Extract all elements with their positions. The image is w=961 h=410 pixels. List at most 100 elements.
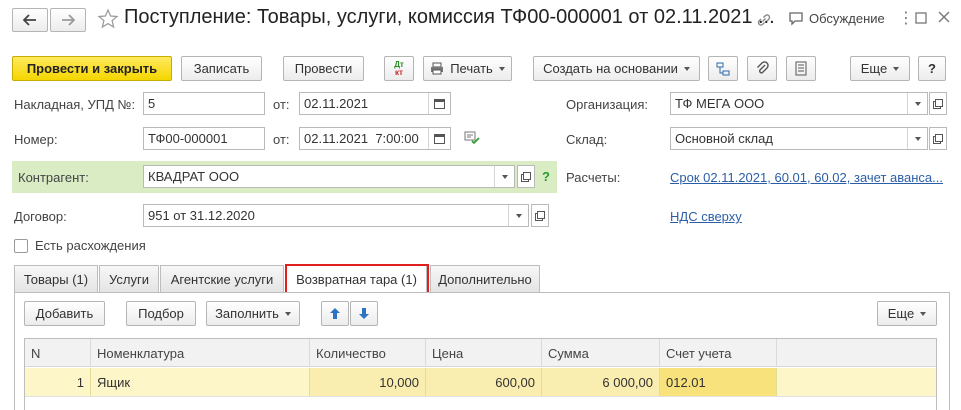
arrow-left-icon [23,14,36,26]
document-list-icon [795,61,807,76]
invoice-date-field[interactable]: 02.11.2021 [299,92,451,115]
calendar-icon[interactable] [428,93,450,114]
discussion-button[interactable]: Обсуждение [788,10,885,26]
save-button[interactable]: Записать [181,56,262,81]
row-item[interactable]: Ящик [91,368,310,396]
column-header-account[interactable]: Счет учета [660,339,777,367]
dtkt-button[interactable]: Дт кт [384,56,414,81]
printer-icon [431,62,444,75]
organization-open-button[interactable] [929,92,947,115]
row-price[interactable]: 600,00 [426,368,542,396]
more-button[interactable]: Еще [850,56,910,81]
tab-goods[interactable]: Товары (1) [14,265,98,292]
column-header-sum[interactable]: Сумма [542,339,660,367]
move-up-button[interactable] [321,301,349,326]
post-button[interactable]: Провести [283,56,364,81]
move-down-button[interactable] [350,301,378,326]
vat-link[interactable]: НДС сверху [670,209,742,224]
calendar-icon[interactable] [428,128,450,149]
chevron-down-icon [893,66,900,71]
print-button[interactable]: Печать [423,56,512,81]
row-quantity[interactable]: 10,000 [310,368,426,396]
invoice-date-label: от: [273,97,290,112]
counterparty-open-button[interactable] [517,165,535,188]
table-more-label: Еще [887,306,915,321]
open-form-icon [933,98,943,109]
open-form-icon [535,210,545,221]
chevron-down-icon[interactable] [494,166,514,187]
document-number-field[interactable]: ТФ00-000001 [143,127,265,150]
column-header-item[interactable]: Номенклатура [91,339,310,367]
attachment-button[interactable] [747,56,777,81]
print-label: Печать [450,61,493,76]
payments-link[interactable]: Срок 02.11.2021, 60.01, 60.02, зачет ава… [670,170,943,185]
row-separator [25,396,936,397]
selection-button[interactable]: Подбор [126,301,196,326]
document-date-label: от: [273,132,290,147]
column-header-n[interactable]: N [25,339,91,367]
chevron-down-icon[interactable] [907,128,927,149]
chevron-down-icon [683,66,690,71]
number-label: Номер: [14,132,58,147]
counterparty-value: КВАДРАТ ООО [148,169,240,184]
tab-agent-services[interactable]: Агентские услуги [160,265,284,292]
number-check-icon[interactable] [464,131,480,148]
post-and-close-button[interactable]: Провести и закрыть [12,56,172,81]
column-header-price[interactable]: Цена [426,339,542,367]
chevron-down-icon [920,311,927,316]
close-icon[interactable] [938,11,950,26]
tab-additional[interactable]: Дополнительно [430,265,540,292]
fill-label: Заполнить [215,306,279,321]
restore-window-icon[interactable] [915,12,927,27]
counterparty-help-icon[interactable]: ? [542,169,550,184]
organization-value: ТФ МЕГА ООО [675,96,765,111]
help-button[interactable]: ? [918,56,946,81]
fill-button[interactable]: Заполнить [206,301,300,326]
more-label: Еще [860,61,888,76]
counterparty-label: Контрагент: [18,170,89,185]
window-title: Поступление: Товары, услуги, комиссия ТФ… [124,6,775,28]
open-form-icon [521,171,531,182]
favorite-star-icon[interactable] [97,8,119,33]
structure-icon [716,62,730,75]
warehouse-open-button[interactable] [929,127,947,150]
create-based-on-button[interactable]: Создать на основании [533,56,700,81]
invoice-number-field[interactable]: 5 [143,92,265,115]
contract-field[interactable]: 951 от 31.12.2020 [143,204,529,227]
more-options-icon[interactable]: ⋮ [898,8,915,28]
row-number: 1 [25,368,91,396]
organization-field[interactable]: ТФ МЕГА ООО [670,92,928,115]
tab-highlight-frame [285,264,429,294]
structure-button[interactable] [708,56,738,81]
counterparty-field[interactable]: КВАДРАТ ООО [143,165,515,188]
organization-label: Организация: [566,97,649,112]
forward-button[interactable] [50,8,86,32]
row-sum[interactable]: 6 000,00 [542,368,660,396]
discussion-label: Обсуждение [809,10,885,26]
back-button[interactable] [12,8,48,32]
arrow-right-icon [62,14,75,26]
discrepancy-label: Есть расхождения [35,238,146,253]
arrow-up-icon [330,308,340,319]
discrepancy-checkbox[interactable] [14,239,28,253]
chevron-down-icon[interactable] [907,93,927,114]
tab-services[interactable]: Услуги [99,265,159,292]
contract-open-button[interactable] [531,204,549,227]
document-datetime-value: 02.11.2021 7:00:00 [304,131,419,146]
invoice-date-value: 02.11.2021 [304,96,369,111]
chevron-down-icon [498,66,505,71]
chat-icon [789,12,803,26]
row-account[interactable]: 012.01 [660,368,777,396]
add-button[interactable]: Добавить [24,301,105,326]
contract-value: 951 от 31.12.2020 [148,208,255,223]
chevron-down-icon[interactable] [508,205,528,226]
chevron-down-icon [284,311,291,316]
table-more-button[interactable]: Еще [877,301,937,326]
report-button[interactable] [786,56,816,81]
payments-label: Расчеты: [566,170,621,185]
warehouse-field[interactable]: Основной склад [670,127,928,150]
paperclip-icon [757,60,769,73]
column-header-quantity[interactable]: Количество [310,339,426,367]
document-datetime-field[interactable]: 02.11.2021 7:00:00 [299,127,451,150]
link-icon[interactable] [755,11,773,32]
